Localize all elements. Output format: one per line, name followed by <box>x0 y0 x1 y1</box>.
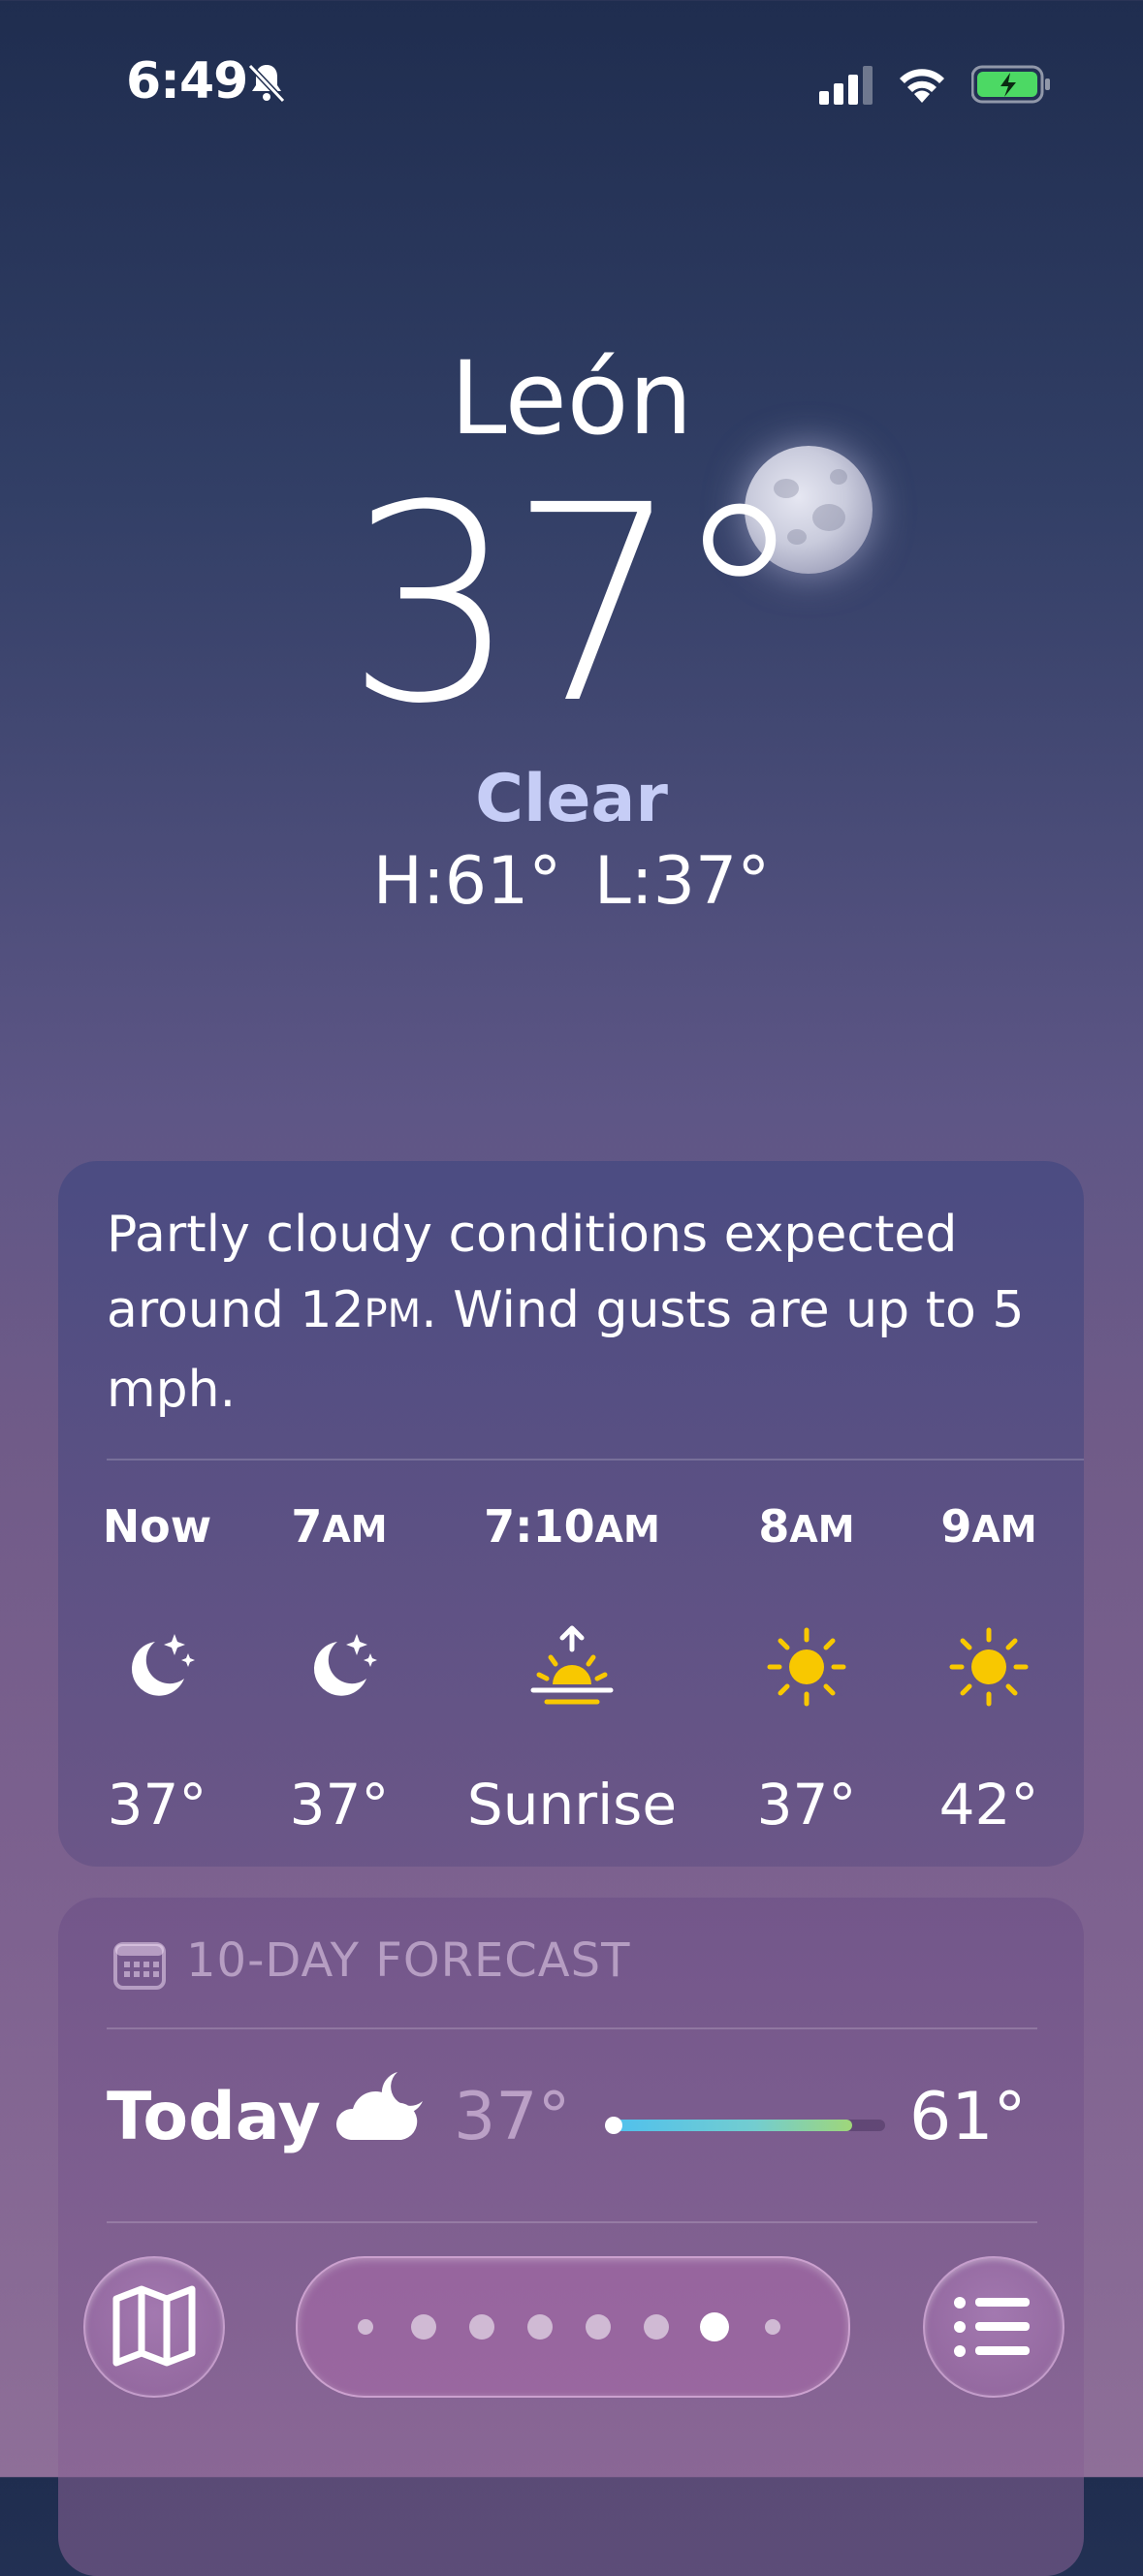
forecast-divider <box>107 2027 1037 2029</box>
hour-label-suffix: AM <box>971 1508 1037 1551</box>
moon-stars-icon <box>293 1620 386 1713</box>
page-dot[interactable] <box>644 2314 669 2340</box>
forecast-high: 61° <box>909 2079 1027 2155</box>
current-temperature: 37° <box>345 448 807 764</box>
hour-temperature: 42° <box>938 1772 1039 1838</box>
forecast-row-divider <box>107 2221 1037 2223</box>
page-indicator[interactable] <box>296 2256 850 2398</box>
forecast-day: Today <box>107 2079 321 2155</box>
list-button[interactable] <box>923 2256 1064 2398</box>
hour-label-main: 7:10 <box>484 1500 595 1553</box>
hour-label-main: 8 <box>758 1500 790 1553</box>
temperature-range-bar <box>609 2120 852 2131</box>
hour-temperature: 37° <box>756 1772 857 1838</box>
hour-label-main: 7 <box>291 1500 323 1553</box>
sunrise-icon <box>525 1620 619 1713</box>
page-dot[interactable] <box>469 2314 494 2340</box>
battery-charging-icon <box>971 65 1050 104</box>
hour-label: 9AM <box>892 1500 1086 1553</box>
hour-label: 7AM <box>242 1500 436 1553</box>
bell-slash-icon <box>247 63 286 104</box>
map-icon <box>112 2285 196 2367</box>
hour-label: 7:10AM <box>475 1500 669 1553</box>
sun-icon <box>942 1620 1035 1713</box>
hour-temperature: Sunrise <box>466 1772 678 1838</box>
hour-label-suffix: AM <box>322 1508 388 1551</box>
high-low: H:61° L:37° <box>372 843 771 920</box>
page-dot[interactable] <box>411 2314 436 2340</box>
status-time: 6:49 <box>126 52 248 110</box>
weather-summary: Partly cloudy conditions expected around… <box>107 1206 1025 1419</box>
hour-label-suffix: AM <box>594 1508 660 1551</box>
forecast-low: 37° <box>454 2079 571 2155</box>
wifi-icon <box>900 69 944 103</box>
hour-temperature: 37° <box>107 1772 207 1838</box>
hour-label: 8AM <box>710 1500 904 1553</box>
cloud-moon-icon <box>335 2072 423 2140</box>
hour-label-main: Now <box>102 1500 212 1553</box>
ten-day-forecast-title: 10-DAY FORECAST <box>186 1933 631 1988</box>
city-name: León <box>450 339 693 457</box>
map-button[interactable] <box>83 2256 225 2398</box>
moon-stars-icon <box>111 1620 204 1713</box>
hour-label-suffix: AM <box>789 1508 855 1551</box>
page-dot[interactable] <box>586 2314 611 2340</box>
hour-temperature: 37° <box>289 1772 390 1838</box>
list-icon <box>954 2297 1030 2357</box>
page-dot[interactable] <box>765 2319 780 2335</box>
cellular-signal-icon <box>819 66 873 105</box>
ten-day-forecast-card[interactable] <box>58 1898 1084 2576</box>
hour-label-main: 9 <box>940 1500 972 1553</box>
current-temperature-dot <box>605 2117 622 2134</box>
page-dot-active[interactable] <box>700 2312 729 2341</box>
current-condition: Clear <box>475 761 668 837</box>
sun-icon <box>760 1620 853 1713</box>
page-dot[interactable] <box>358 2319 373 2335</box>
calendar-icon <box>113 1942 166 1990</box>
hour-label: Now <box>60 1500 254 1553</box>
page-dot[interactable] <box>527 2314 553 2340</box>
hourly-divider <box>107 1459 1084 1461</box>
